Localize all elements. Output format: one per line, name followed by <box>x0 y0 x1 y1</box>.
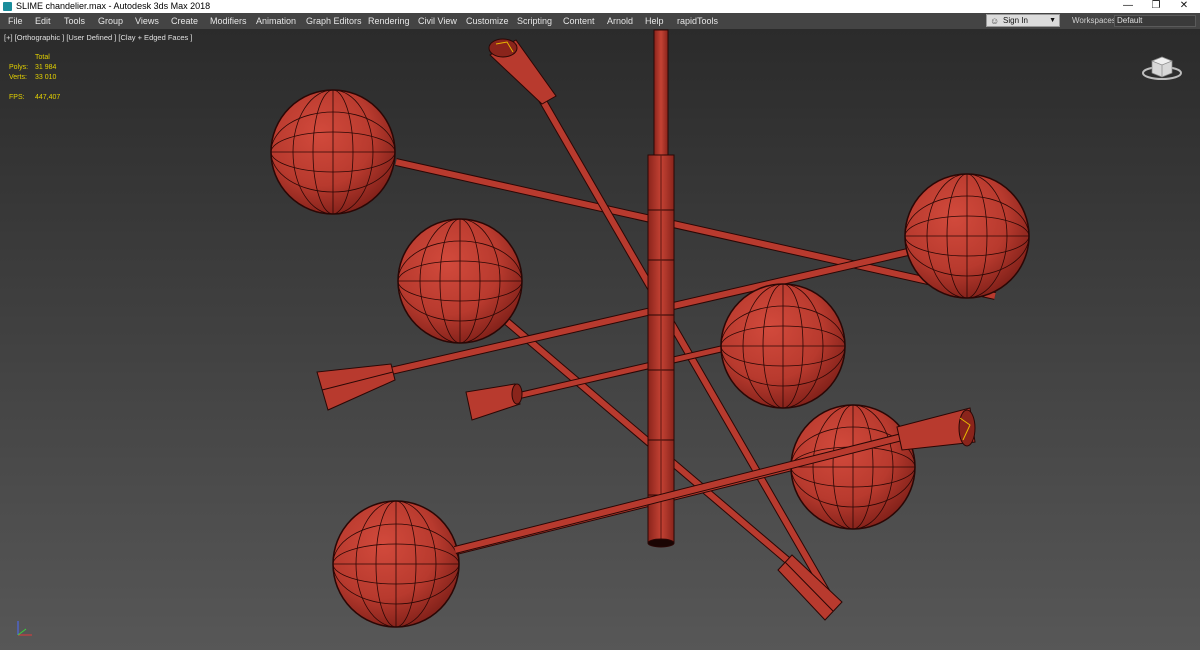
polys-value: 31 984 <box>35 64 57 71</box>
user-icon: ☺ <box>990 16 1000 26</box>
menu-create[interactable]: Create <box>171 13 198 29</box>
close-button[interactable]: ✕ <box>1164 0 1200 13</box>
verts-value: 33 010 <box>35 74 57 81</box>
polys-label: Polys: <box>9 64 29 71</box>
sign-in-dropdown[interactable]: ☺ Sign In ▼ <box>986 14 1060 27</box>
viewport-label[interactable]: [+] [Orthographic ] [User Defined ] [Cla… <box>4 33 192 42</box>
stats-header: Total <box>35 54 50 61</box>
workspaces-label: Workspaces: <box>1072 16 1119 25</box>
menu-views[interactable]: Views <box>135 13 159 29</box>
chandelier-model[interactable] <box>0 29 1200 650</box>
fps-value: 447,407 <box>35 94 61 101</box>
menu-graph-editors[interactable]: Graph Editors <box>306 13 362 29</box>
sign-in-label: Sign In <box>1003 16 1028 25</box>
menu-customize[interactable]: Customize <box>466 13 509 29</box>
workspaces-select[interactable]: Default <box>1114 15 1196 27</box>
verts-label: Verts: <box>9 74 27 81</box>
fps-label: FPS: <box>9 94 25 101</box>
menu-scripting[interactable]: Scripting <box>517 13 552 29</box>
title-bar: SLIME chandelier.max - Autodesk 3ds Max … <box>0 0 1200 13</box>
menu-bar: File Edit Tools Group Views Create Modif… <box>0 13 1200 29</box>
menu-rendering[interactable]: Rendering <box>368 13 410 29</box>
axis-tripod-icon <box>17 621 32 636</box>
viewcube-icon[interactable] <box>1140 49 1184 83</box>
menu-arnold[interactable]: Arnold <box>607 13 633 29</box>
menu-group[interactable]: Group <box>98 13 123 29</box>
window-title: SLIME chandelier.max - Autodesk 3ds Max … <box>16 1 211 11</box>
menu-modifiers[interactable]: Modifiers <box>210 13 247 29</box>
menu-tools[interactable]: Tools <box>64 13 85 29</box>
menu-civil-view[interactable]: Civil View <box>418 13 457 29</box>
menu-edit[interactable]: Edit <box>35 13 51 29</box>
menu-content[interactable]: Content <box>563 13 595 29</box>
app-icon <box>3 2 12 11</box>
menu-rapidtools[interactable]: rapidTools <box>677 13 718 29</box>
menu-help[interactable]: Help <box>645 13 664 29</box>
perspective-viewport[interactable]: [+] [Orthographic ] [User Defined ] [Cla… <box>0 29 1200 650</box>
menu-animation[interactable]: Animation <box>256 13 296 29</box>
chevron-down-icon: ▼ <box>1049 17 1056 24</box>
menu-file[interactable]: File <box>8 13 23 29</box>
